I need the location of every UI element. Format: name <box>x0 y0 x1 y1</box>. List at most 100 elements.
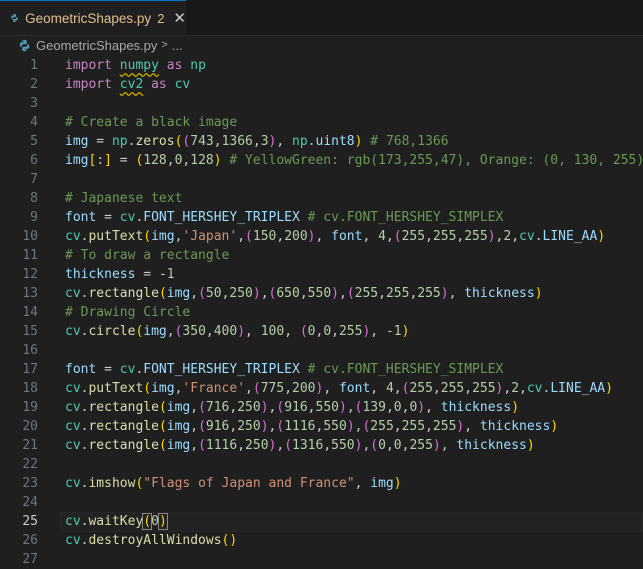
code-token: 0 <box>393 438 402 453</box>
line-number[interactable]: 13 <box>0 284 38 303</box>
code-line[interactable]: 19 cv.rectangle(img,(716,250),(916,550),(… <box>0 398 643 417</box>
code-token: import <box>65 77 120 92</box>
code-token: putText <box>88 381 144 396</box>
code-line[interactable]: 11 # To draw a rectangle <box>0 246 643 265</box>
code-token: ) <box>237 324 246 339</box>
editor-tab-bar: GeometricShapes.py 2 ✕ <box>0 0 643 36</box>
code-token: ( <box>142 513 153 530</box>
code-token: img <box>151 381 175 396</box>
close-icon[interactable]: ✕ <box>173 11 186 26</box>
code-token: , <box>260 286 269 301</box>
code-token: ) <box>393 476 402 491</box>
line-number[interactable]: 2 <box>0 75 38 94</box>
code-token: 250 <box>229 286 253 301</box>
code-text: import cv2 as cv <box>65 75 190 94</box>
line-number[interactable]: 18 <box>0 379 38 398</box>
code-token: = <box>96 210 120 225</box>
code-token: ( <box>245 229 253 244</box>
code-token: img <box>166 419 191 434</box>
line-number[interactable]: 16 <box>0 341 38 360</box>
code-line[interactable]: 4 # Create a black image <box>0 113 643 132</box>
code-token: cv <box>526 381 543 396</box>
line-number[interactable]: 8 <box>0 189 38 208</box>
code-line[interactable]: 17 font = cv.FONT_HERSHEY_TRIPLEX # cv.FO… <box>0 360 643 379</box>
line-number[interactable]: 26 <box>0 531 38 550</box>
code-line[interactable]: 2 import cv2 as cv <box>0 75 643 94</box>
line-number[interactable]: 14 <box>0 303 38 322</box>
code-token: 550 <box>307 286 332 301</box>
code-line[interactable]: 15 cv.circle(img,(350,400), 100, (0,0,255… <box>0 322 643 341</box>
code-token: ( <box>198 438 206 453</box>
line-number[interactable]: 6 <box>0 151 38 170</box>
code-token: as <box>158 58 191 73</box>
code-line[interactable]: 12 thickness = -1 <box>0 265 643 284</box>
code-token: LINE_AA <box>542 229 598 244</box>
line-number[interactable]: 10 <box>0 227 38 246</box>
line-number[interactable]: 15 <box>0 322 38 341</box>
code-token: ( <box>276 400 285 415</box>
breadcrumb-symbols[interactable]: ... <box>172 38 183 53</box>
line-number[interactable]: 9 <box>0 208 38 227</box>
line-number[interactable]: 17 <box>0 360 38 379</box>
line-number[interactable]: 12 <box>0 265 38 284</box>
code-line[interactable]: 27 <box>0 550 643 569</box>
code-line[interactable]: 7 <box>0 170 643 189</box>
breadcrumb-file[interactable]: GeometricShapes.py <box>36 38 157 53</box>
code-line[interactable]: 1 import numpy as np <box>0 56 643 75</box>
line-number[interactable]: 24 <box>0 493 38 512</box>
line-number[interactable]: 11 <box>0 246 38 265</box>
line-number[interactable]: 7 <box>0 170 38 189</box>
code-line[interactable]: 8 # Japanese text <box>0 189 643 208</box>
code-text: cv.imshow("Flags of Japan and France", i… <box>65 474 402 493</box>
code-line[interactable]: 14 # Drawing Circle <box>0 303 643 322</box>
line-number[interactable]: 3 <box>0 94 38 113</box>
line-number[interactable]: 23 <box>0 474 38 493</box>
code-token: , <box>284 324 300 339</box>
code-token: , <box>425 419 433 434</box>
line-number[interactable]: 25 <box>0 512 38 531</box>
code-line[interactable]: 6 img[:] = (128,0,128) # YellowGreen: rgb… <box>0 151 643 170</box>
code-token: 0 <box>393 400 402 415</box>
code-line[interactable]: 26 cv.destroyAllWindows() <box>0 531 643 550</box>
python-file-icon <box>19 39 30 51</box>
code-line[interactable]: 20 cv.rectangle(img,(916,250),(1116,550),… <box>0 417 643 436</box>
code-token: ( <box>143 229 152 244</box>
code-line[interactable]: 21 cv.rectangle(img,(1116,250),(1316,550)… <box>0 436 643 455</box>
line-number[interactable]: 21 <box>0 436 38 455</box>
code-line[interactable]: 10 cv.putText(img,'Japan',(150,200), font… <box>0 227 643 246</box>
code-line[interactable]: 23 cv.imshow("Flags of Japan and France",… <box>0 474 643 493</box>
code-line[interactable]: 9 font = cv.FONT_HERSHEY_TRIPLEX # cv.FON… <box>0 208 643 227</box>
line-number[interactable]: 20 <box>0 417 38 436</box>
tab-geometricshapes[interactable]: GeometricShapes.py 2 ✕ <box>0 0 186 35</box>
code-line[interactable]: 24 <box>0 493 643 512</box>
code-token: numpy <box>119 58 159 73</box>
code-token: , <box>245 381 253 396</box>
code-token: img <box>166 438 191 453</box>
code-line[interactable]: 25 cv.waitKey(0) <box>0 512 643 532</box>
code-token: 255 <box>401 229 426 244</box>
line-number[interactable]: 5 <box>0 132 38 151</box>
code-editor[interactable]: 1 import numpy as np 2 import cv2 as cv 3 4 # … <box>0 55 643 567</box>
code-token: # cv.FONT_HERSHEY_SIMPLEX <box>307 210 504 225</box>
code-token: , <box>378 286 386 301</box>
code-token: cv <box>519 229 535 244</box>
code-token: waitKey <box>88 514 144 529</box>
code-token: 716 <box>205 400 230 415</box>
code-line[interactable]: 5 img = np.zeros((743,1366,3), np.uint8) … <box>0 132 643 151</box>
code-token: 255 <box>401 419 426 434</box>
line-number[interactable]: 1 <box>0 56 38 75</box>
code-token: cv <box>65 476 81 491</box>
line-number[interactable]: 4 <box>0 113 38 132</box>
code-line[interactable]: 13 cv.rectangle(img,(50,250),(650,550),(2… <box>0 284 643 303</box>
code-token: import <box>65 58 120 73</box>
code-line[interactable]: 22 <box>0 455 643 474</box>
line-number[interactable]: 19 <box>0 398 38 417</box>
line-number[interactable]: 27 <box>0 550 38 569</box>
code-line[interactable]: 3 <box>0 94 643 113</box>
code-line[interactable]: 18 cv.putText(img,'France',(775,200), fon… <box>0 379 643 398</box>
line-number[interactable]: 22 <box>0 455 38 474</box>
code-token: 350 <box>182 324 206 339</box>
code-line[interactable]: 16 <box>0 341 643 360</box>
code-token: ) <box>346 419 355 434</box>
code-token: ( <box>198 286 206 301</box>
